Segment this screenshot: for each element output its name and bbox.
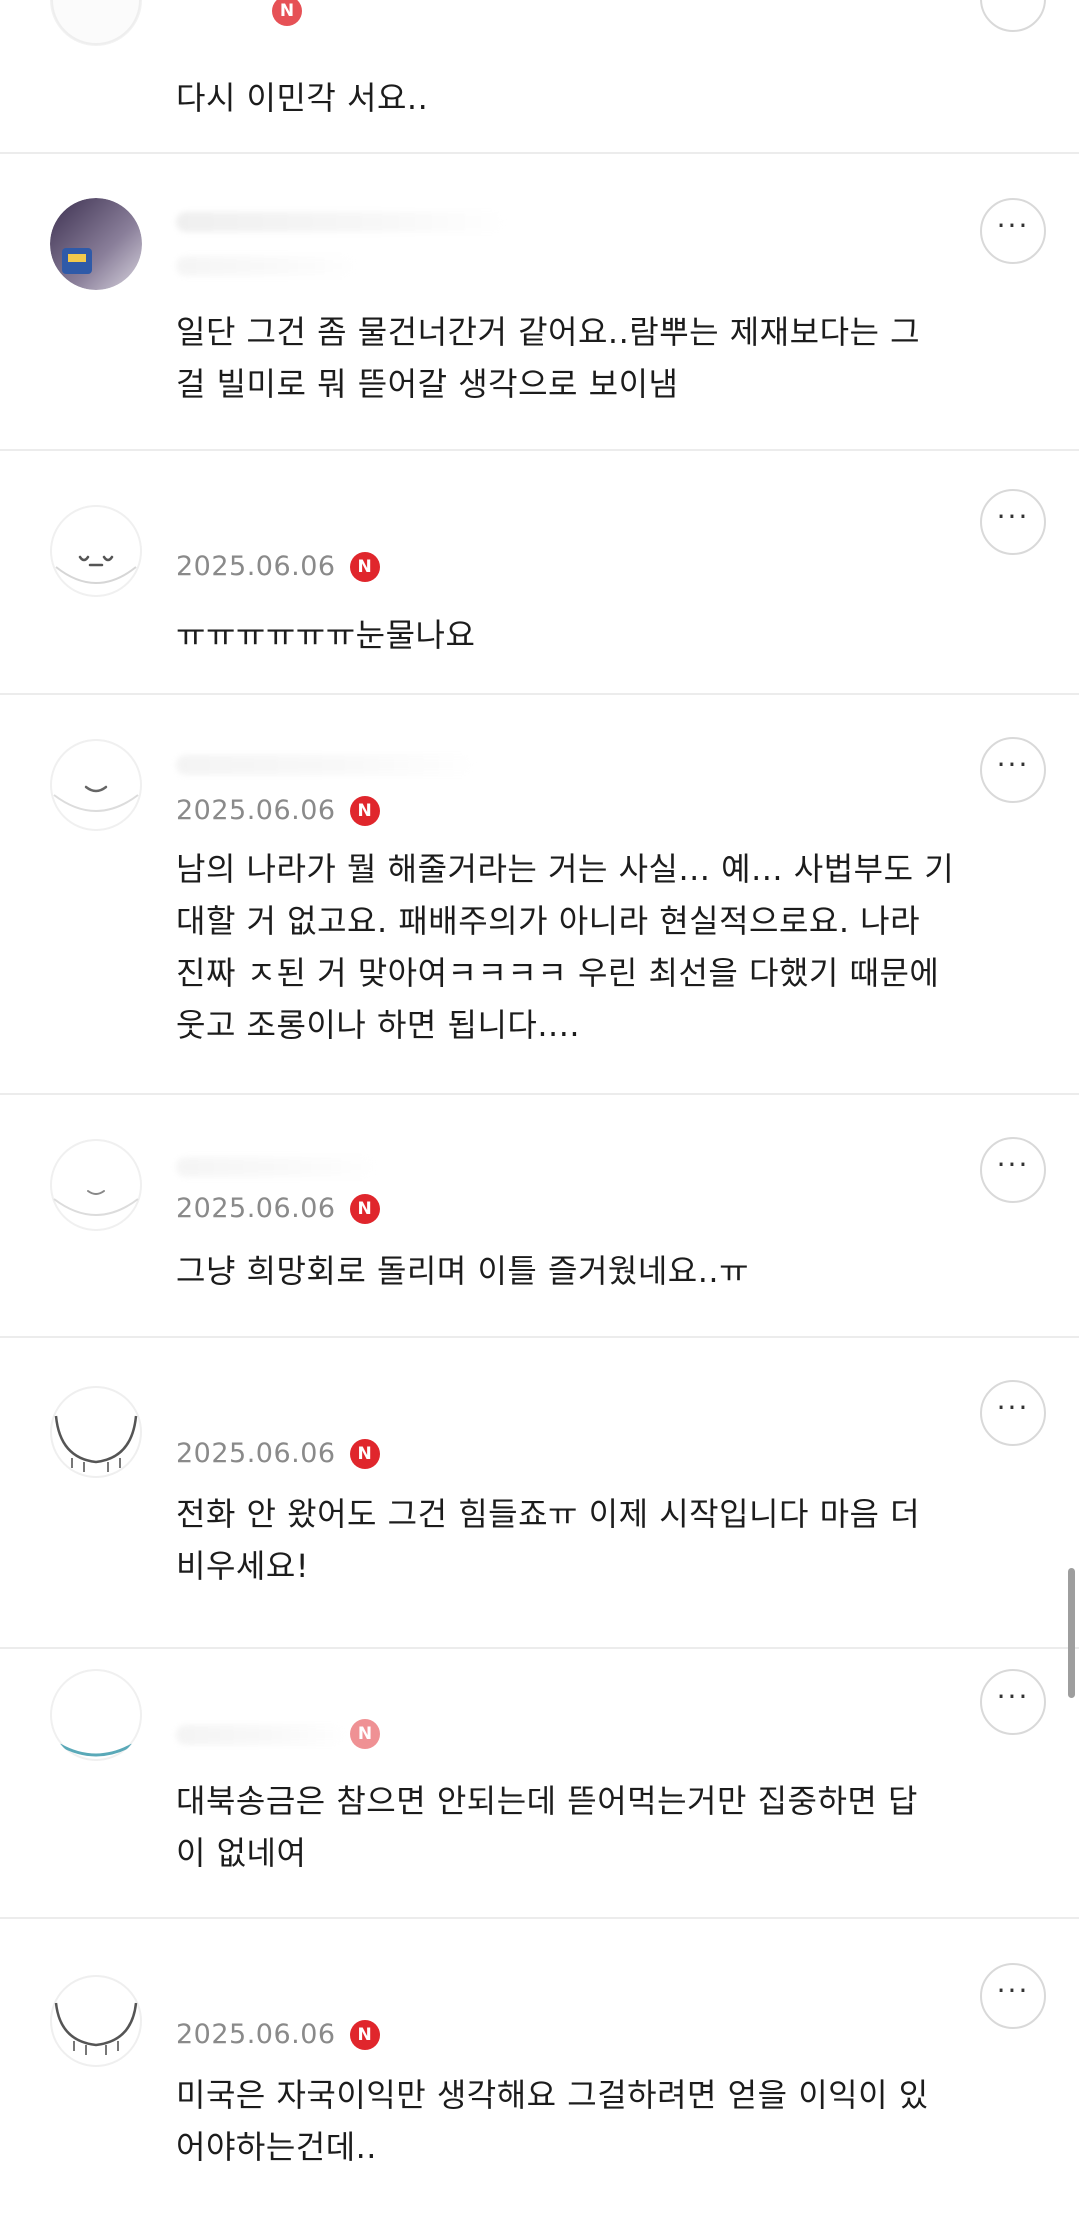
comment-date: 2025.06.06 <box>176 1193 336 1224</box>
user-avatar[interactable] <box>50 1975 142 2067</box>
more-options-button[interactable]: ··· <box>980 1669 1046 1735</box>
more-options-button[interactable]: ··· <box>980 1963 1046 2029</box>
comment-item: N ··· 대북송금은 참으면 안되는데 뜯어먹는거만 집중하면 답 이 없네여 <box>0 1649 1079 1919</box>
more-icon: ··· <box>996 209 1030 242</box>
comment-item: ··· 일단 그건 좀 물건너간거 같어요..람뿌는 제재보다는 그 걸 빌미로… <box>0 154 1079 451</box>
comment-date: 2025.06.06 <box>176 1438 336 1469</box>
naver-badge-icon: N <box>349 1193 380 1224</box>
more-icon: ··· <box>996 500 1030 533</box>
more-icon: ··· <box>996 1680 1030 1713</box>
comment-item: 2025.06.06 N ··· 그냥 희망회로 돌리며 이틀 즐거웠네요..ㅠ <box>0 1095 1079 1338</box>
naver-badge-icon: N <box>350 1719 380 1749</box>
username-blurred <box>176 1157 376 1177</box>
naver-badge-icon: N <box>349 551 380 582</box>
more-options-button[interactable]: ··· <box>980 1380 1046 1446</box>
comment-text: 다시 이민각 서요.. <box>176 79 429 117</box>
comment-text: ㅠㅠㅠㅠㅠㅠ눈물나요 <box>176 616 476 654</box>
comment-item: 2025.06.06 N ··· 전화 안 왔어도 그건 힘들죠ㅠ 이제 시작입… <box>0 1338 1079 1649</box>
more-options-button[interactable]: ··· <box>980 737 1046 803</box>
user-avatar[interactable] <box>50 1139 142 1231</box>
comment-text: 일단 그건 좀 물건너간거 같어요..람뿌는 제재보다는 그 걸 빌미로 뭐 뜯… <box>176 313 921 403</box>
more-icon: ··· <box>996 1974 1030 2007</box>
comment-date: 2025.06.06 <box>176 795 336 826</box>
more-options-button[interactable]: ··· <box>980 1137 1046 1203</box>
user-avatar[interactable] <box>50 0 142 46</box>
username-blurred <box>176 212 506 232</box>
comment-text: 대북송금은 참으면 안되는데 뜯어먹는거만 집중하면 답 이 없네여 <box>176 1782 918 1872</box>
comment-date: 2025.06.06 <box>176 551 336 582</box>
user-avatar[interactable] <box>50 1386 142 1478</box>
comment-text: 그냥 희망회로 돌리며 이틀 즐거웠네요..ㅠ <box>176 1252 750 1290</box>
more-options-button[interactable]: ··· <box>980 198 1046 264</box>
more-options-button[interactable]: ··· <box>980 489 1046 555</box>
comment-text: 미국은 자국이익만 생각해요 그걸하려면 얻을 이익이 있 어야하는건데.. <box>176 2076 929 2166</box>
comment-item: 2025.06.06 N ··· ㅠㅠㅠㅠㅠㅠ눈물나요 <box>0 451 1079 695</box>
naver-badge-icon: N <box>349 795 380 826</box>
naver-badge-icon: N <box>349 1438 380 1469</box>
more-icon: ··· <box>997 0 1030 8</box>
comment-date: 2025.06.06 <box>176 2019 336 2050</box>
user-avatar[interactable] <box>50 198 142 290</box>
more-icon: ··· <box>996 748 1030 781</box>
user-avatar[interactable] <box>50 739 142 831</box>
comment-item: 2025.06.06 N ··· 미국은 자국이익만 생각해요 그걸하려면 얻을… <box>0 1919 1079 2214</box>
username-blurred <box>176 755 476 775</box>
comment-text: 남의 나라가 뭘 해줄거라는 거는 사실... 예... 사법부도 기 대할 거… <box>176 850 955 1044</box>
naver-badge-icon: N <box>272 0 302 26</box>
user-avatar[interactable] <box>50 505 142 597</box>
date-blurred <box>176 256 356 276</box>
more-options-button[interactable]: ··· <box>980 0 1046 32</box>
comment-item: N ··· 다시 이민각 서요.. <box>0 0 1079 154</box>
comment-text: 전화 안 왔어도 그건 힘들죠ㅠ 이제 시작입니다 마음 더 비우세요! <box>176 1495 921 1585</box>
more-icon: ··· <box>996 1148 1030 1181</box>
naver-badge-icon: N <box>349 2019 380 2050</box>
scrollbar[interactable] <box>1068 1568 1075 1698</box>
user-avatar[interactable] <box>50 1669 142 1761</box>
date-blurred <box>176 1725 346 1745</box>
comment-item: 2025.06.06 N ··· 남의 나라가 뭘 해줄거라는 거는 사실...… <box>0 695 1079 1095</box>
more-icon: ··· <box>996 1391 1030 1424</box>
